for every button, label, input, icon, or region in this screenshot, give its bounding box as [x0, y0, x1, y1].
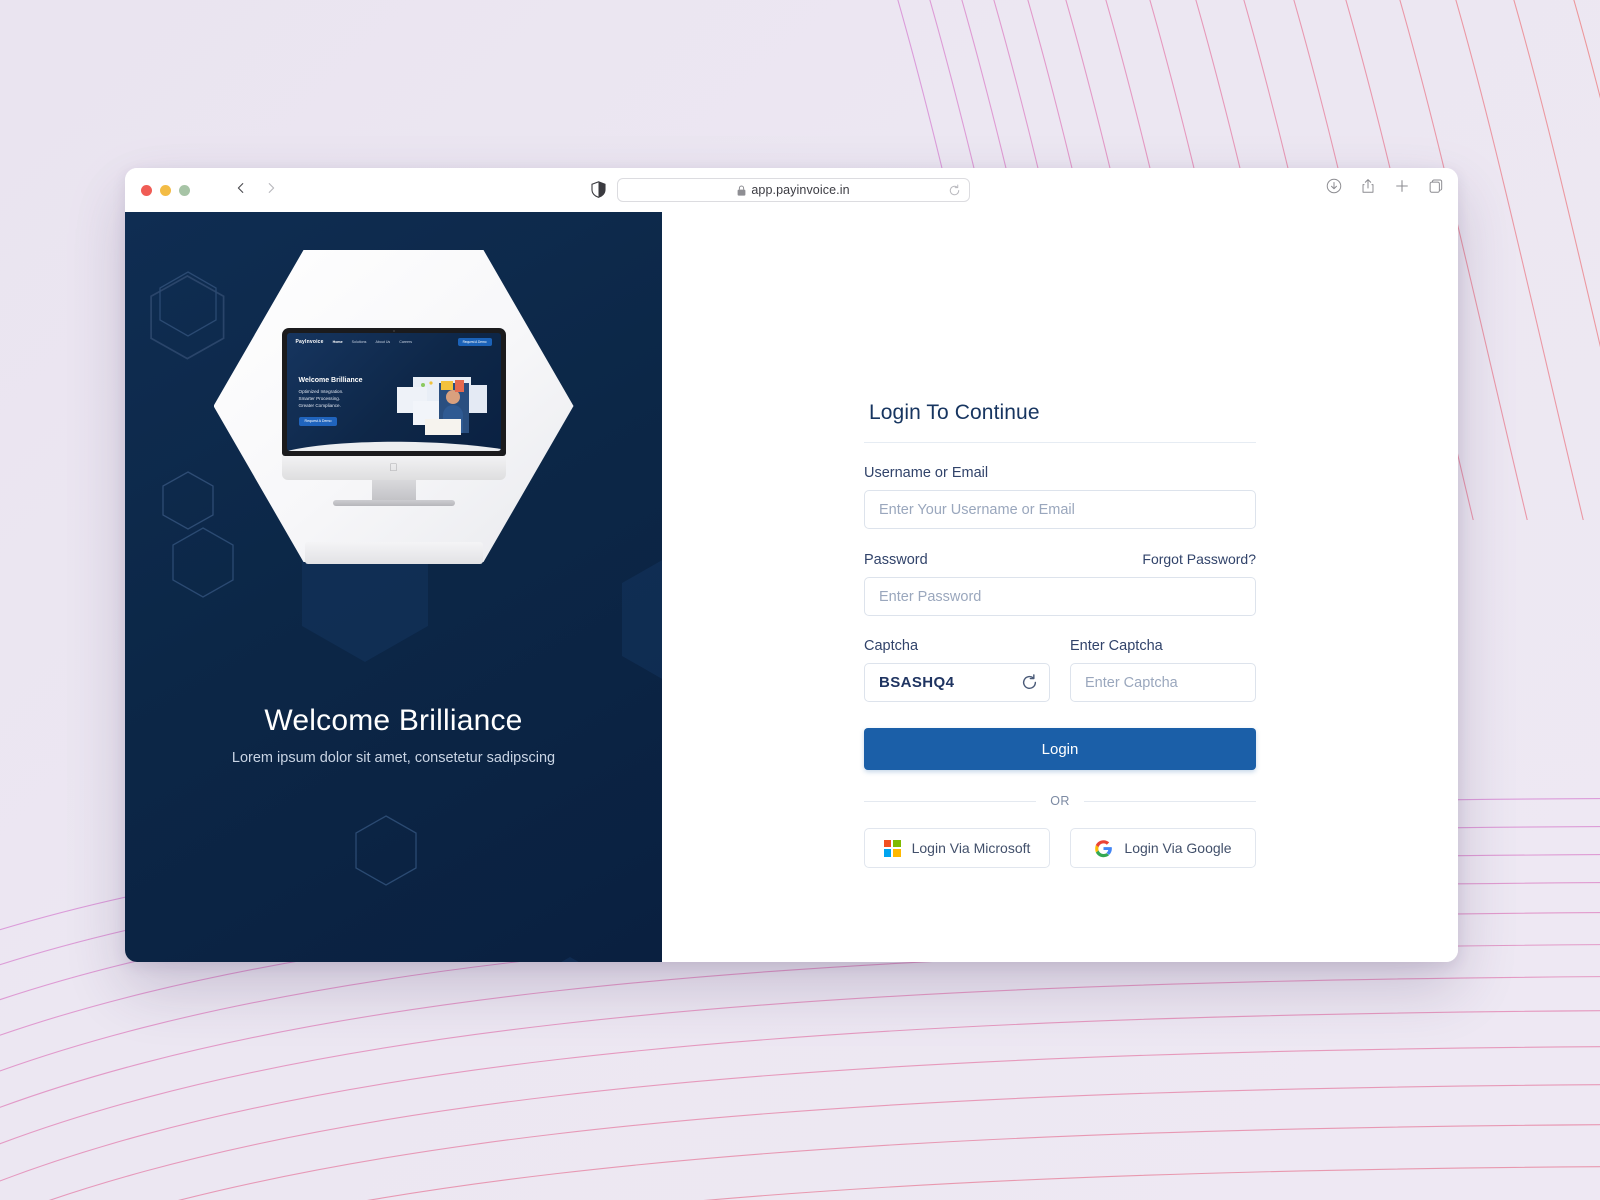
- imac-stand-neck: [371, 480, 416, 500]
- username-label: Username or Email: [864, 465, 989, 481]
- tab-overview-button[interactable]: [1428, 178, 1444, 194]
- maximize-window-button[interactable]: [179, 184, 190, 196]
- username-input[interactable]: [864, 490, 1256, 529]
- hero-text-block: Welcome Brilliance Lorem ipsum dolor sit…: [125, 704, 662, 766]
- captcha-display-box: BSASHQ4: [864, 663, 1050, 702]
- divider-rule-right: [1083, 800, 1256, 802]
- hero-title: Welcome Brilliance: [264, 704, 523, 737]
- new-tab-button[interactable]: [1394, 178, 1410, 194]
- mockup-logo-invoice: Invoice: [305, 338, 324, 345]
- page-content: PayInvoice Home Solutions About Us Caree…: [125, 212, 1458, 962]
- captcha-label: Captcha: [864, 638, 919, 654]
- reload-icon: [949, 184, 960, 196]
- mockup-hero-text: Welcome Brilliance Optimized Integration…: [298, 377, 391, 427]
- window-traffic-lights: [141, 184, 190, 196]
- navigation-buttons: [234, 181, 278, 200]
- captcha-entry-column: Enter Captcha: [1070, 616, 1256, 702]
- captcha-value-text: BSASHQ4: [879, 674, 955, 691]
- refresh-icon: [1022, 674, 1036, 689]
- mockup-cta-button: Request A Demo: [298, 416, 338, 426]
- captcha-input[interactable]: [1070, 663, 1256, 702]
- or-label: OR: [1050, 794, 1070, 808]
- mockup-navbar: PayInvoice Home Solutions About Us Caree…: [287, 333, 501, 350]
- hero-panel: PayInvoice Home Solutions About Us Caree…: [125, 212, 662, 962]
- mockup-line-1: Optimized Integration.: [298, 389, 344, 394]
- lock-icon: [737, 185, 746, 196]
- back-button[interactable]: [234, 181, 248, 200]
- mockup-nav-home: Home: [332, 339, 343, 344]
- social-login-row: Login Via Microsoft Login Via Google: [864, 828, 1256, 868]
- mockup-nav-cta: Request A Demo: [457, 337, 492, 346]
- close-window-button[interactable]: [141, 184, 152, 196]
- password-label: Password: [864, 552, 928, 568]
- password-label-row: Password Forgot Password?: [864, 551, 1256, 568]
- enter-captcha-label: Enter Captcha: [1070, 638, 1163, 654]
- download-icon: [1326, 178, 1342, 194]
- minimize-window-button[interactable]: [160, 184, 171, 196]
- login-panel: Login To Continue Username or Email Pass…: [662, 212, 1458, 962]
- hero-illustration: PayInvoice Home Solutions About Us Caree…: [204, 250, 584, 570]
- shield-icon: [591, 181, 606, 198]
- address-url-text: app.payinvoice.in: [751, 183, 850, 197]
- downloads-button[interactable]: [1326, 178, 1342, 194]
- captcha-refresh-button[interactable]: [1019, 673, 1039, 693]
- mockup-line-3: Greater Compliance.: [298, 403, 341, 409]
- mockup-wave-decoration: [286, 441, 501, 451]
- mockup-line-2: Smarter Processing.: [298, 396, 341, 402]
- apple-logo-icon: : [389, 462, 397, 474]
- mockup-nav-solutions: Solutions: [351, 339, 367, 344]
- chevron-right-icon: [268, 182, 275, 193]
- imac-bezel: PayInvoice Home Solutions About Us Caree…: [281, 328, 506, 456]
- mockup-headline: Welcome Brilliance: [298, 377, 363, 384]
- imac-stand-base: [332, 500, 455, 506]
- mockup-collage-image: [396, 377, 487, 435]
- login-form: Login To Continue Username or Email Pass…: [864, 401, 1256, 868]
- login-via-microsoft-button[interactable]: Login Via Microsoft: [864, 828, 1050, 868]
- share-button[interactable]: [1360, 178, 1376, 194]
- password-input[interactable]: [864, 577, 1256, 616]
- login-button[interactable]: Login: [864, 728, 1256, 770]
- captcha-row: Captcha BSASHQ4 Enter Captcha Enter Capt…: [864, 616, 1256, 702]
- google-logo-icon: [1095, 839, 1113, 857]
- chevron-left-icon: [237, 182, 244, 193]
- imac-camera: [392, 330, 395, 332]
- imac-mockup: PayInvoice Home Solutions About Us Caree…: [281, 328, 506, 506]
- mockup-logo-pay: Pay: [295, 338, 305, 345]
- google-button-label: Login Via Google: [1124, 840, 1232, 856]
- forgot-password-link[interactable]: Forgot Password?: [1142, 551, 1256, 567]
- captcha-display-column: Captcha BSASHQ4: [864, 616, 1050, 702]
- keyboard: [304, 542, 483, 564]
- mockup-nav-careers: Careers: [399, 339, 413, 344]
- login-via-google-button[interactable]: Login Via Google: [1070, 828, 1256, 868]
- imac-screen: PayInvoice Home Solutions About Us Caree…: [286, 333, 501, 451]
- microsoft-button-label: Login Via Microsoft: [911, 840, 1031, 856]
- login-heading: Login To Continue: [864, 401, 1256, 443]
- privacy-shield-button[interactable]: [591, 181, 606, 203]
- or-divider: OR: [864, 794, 1256, 808]
- plus-icon: [1396, 180, 1408, 192]
- browser-toolbar-actions: [1326, 178, 1444, 194]
- mockup-logo: PayInvoice: [296, 339, 324, 345]
- tab-overview-icon: [1429, 179, 1443, 193]
- forward-button[interactable]: [264, 181, 278, 200]
- browser-toolbar: app.payinvoice.in: [125, 168, 1458, 212]
- microsoft-logo-icon: [883, 839, 901, 857]
- imac-chin: : [281, 456, 506, 480]
- browser-window: app.payinvoice.in PayInvoice Home Soluti…: [125, 168, 1458, 962]
- mockup-nav-about: About Us: [375, 339, 391, 344]
- share-icon: [1362, 179, 1374, 193]
- hero-subtitle: Lorem ipsum dolor sit amet, consetetur s…: [231, 750, 556, 766]
- address-bar[interactable]: app.payinvoice.in: [617, 178, 970, 202]
- reload-button[interactable]: [948, 184, 961, 202]
- divider-rule-left: [864, 800, 1037, 802]
